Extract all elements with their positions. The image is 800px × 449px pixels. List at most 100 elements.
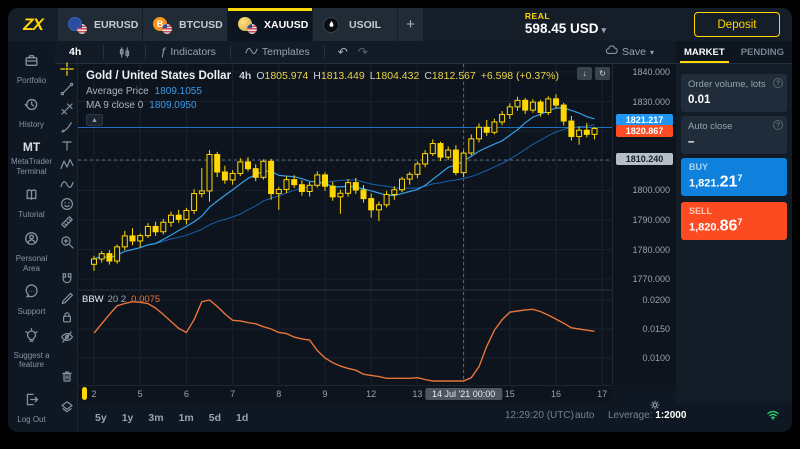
objects-diamond-icon[interactable]: [58, 398, 75, 415]
ruler-icon[interactable]: [58, 213, 75, 230]
undo-icon[interactable]: ↶: [338, 45, 348, 59]
oil-drop-icon: [323, 17, 342, 33]
time-axis-label: 5: [138, 389, 143, 399]
chat-icon: [24, 284, 39, 304]
order-volume-field[interactable]: Order volume, lots 0.01 ?: [681, 74, 787, 112]
magnet-icon[interactable]: [58, 270, 75, 287]
sidebar-item-support[interactable]: Support: [8, 284, 55, 317]
curve-icon[interactable]: [58, 175, 75, 192]
bbw-indicator-legend: BBW20 20.0075: [82, 294, 160, 305]
exness-logo-icon[interactable]: ZX: [8, 8, 58, 41]
order-volume-value[interactable]: 0.01: [688, 94, 780, 106]
sidebar-item-logout[interactable]: Log Out: [8, 392, 55, 424]
crosshair-icon[interactable]: [58, 60, 75, 77]
auto-close-value[interactable]: –: [688, 136, 780, 148]
time-axis-label: 8: [276, 389, 281, 399]
deposit-button[interactable]: Deposit: [694, 12, 780, 37]
tab-eurusd[interactable]: EURUSD: [58, 8, 143, 41]
sidebar-item-label: MetaTrader Terminal: [9, 157, 54, 176]
save-button[interactable]: Save▾: [605, 44, 654, 60]
auto-close-field[interactable]: Auto close – ?: [681, 116, 787, 154]
sidebar-item-label: Personal Area: [9, 254, 54, 273]
trend-line-icon[interactable]: [58, 80, 75, 97]
range-button-1y[interactable]: 1y: [119, 410, 137, 426]
collapse-legend-button[interactable]: ▲: [86, 114, 103, 126]
price-axis-label: 1780.000: [632, 245, 670, 255]
buy-button[interactable]: BUY 1,821.217: [681, 158, 787, 196]
tab-pending[interactable]: PENDING: [741, 41, 784, 63]
price-axis-label: 1840.000: [632, 67, 670, 77]
sidebar-item-tutorial[interactable]: Tutorial: [8, 187, 55, 220]
clock: 12:29:20 (UTC): [505, 410, 574, 421]
reset-zoom-icon[interactable]: ↻: [595, 67, 610, 80]
sidebar-item-label: Tutorial: [9, 210, 54, 220]
crosshair-time-badge: 14 Jul '21 00:00: [425, 388, 502, 400]
range-button-3m[interactable]: 3m: [145, 410, 166, 426]
sidebar-item-portfolio[interactable]: Portfolio: [8, 53, 55, 86]
eur-coin-us-flag-icon: [68, 17, 87, 33]
trash-icon[interactable]: [58, 367, 75, 384]
chart-style-button[interactable]: [118, 46, 131, 59]
chart-area[interactable]: Gold / United States Dollar4hO1805.974H1…: [78, 64, 612, 385]
sidebar-item-suggest-a-feature[interactable]: Suggest a feature: [8, 328, 55, 370]
lock-icon[interactable]: [58, 308, 75, 325]
pitchfork-icon[interactable]: [58, 100, 75, 117]
fx-icon: ƒ: [160, 46, 166, 58]
sidebar-item-personal-area[interactable]: Personal Area: [8, 231, 55, 273]
scroll-to-recent-icon[interactable]: ↓: [577, 67, 592, 80]
trading-terminal-window: ZX EURUSD BBTCUSD XAUUSD USOIL + REAL 598.4…: [8, 8, 792, 432]
time-axis-label: 12: [366, 389, 376, 399]
xabcd-pattern-icon[interactable]: [58, 155, 75, 172]
bbw-axis-label: 0.0200: [642, 295, 670, 305]
divider: [103, 45, 104, 59]
indicators-button[interactable]: ƒIndicators: [160, 46, 216, 58]
range-button-5y[interactable]: 5y: [92, 410, 110, 426]
help-icon[interactable]: ?: [773, 78, 783, 88]
axis-marker: [82, 387, 87, 400]
bbw-axis-label: 0.0150: [642, 324, 670, 334]
templates-icon: [245, 44, 258, 60]
brush-icon[interactable]: [58, 118, 75, 135]
eye-off-icon[interactable]: [58, 328, 75, 345]
time-axis[interactable]: 256789121315161714 Jul '21 00:00: [78, 385, 612, 403]
time-axis-label: 7: [230, 389, 235, 399]
price-badge: 1821.217: [616, 114, 673, 126]
tab-label: EURUSD: [94, 19, 138, 31]
price-axis-label: 1800.000: [632, 185, 670, 195]
help-icon[interactable]: ?: [773, 120, 783, 130]
bulb-icon: [24, 328, 39, 348]
sidebar-item-metatrader-terminal[interactable]: MT MetaTrader Terminal: [8, 140, 55, 176]
text-icon[interactable]: [58, 137, 75, 154]
tab-market[interactable]: MARKET: [684, 41, 725, 63]
mt-icon: MT: [23, 140, 40, 154]
pencil-icon[interactable]: [58, 288, 75, 305]
buy-price: 1,821.217: [689, 173, 779, 191]
axis-settings-gear-icon[interactable]: [649, 398, 661, 416]
tab-xauusd[interactable]: XAUUSD: [228, 8, 313, 41]
timezone-mode[interactable]: auto: [575, 410, 594, 421]
price-axis[interactable]: 1840.0001830.0001800.0001790.0001780.000…: [612, 64, 676, 385]
logout-icon: [24, 392, 39, 412]
range-button-1m[interactable]: 1m: [176, 410, 197, 426]
sell-button[interactable]: SELL 1,820.867: [681, 202, 787, 240]
zoom-in-icon[interactable]: [58, 233, 75, 250]
chevron-down-icon: ▾: [650, 48, 654, 57]
price-badge: 1820.867: [616, 125, 673, 137]
price-axis-label: 1830.000: [632, 97, 670, 107]
account-summary[interactable]: REAL 598.45 USD▾: [525, 11, 606, 36]
tab-usoil[interactable]: USOIL: [313, 8, 398, 41]
templates-button[interactable]: Templates: [245, 44, 310, 60]
topbar: ZX EURUSD BBTCUSD XAUUSD USOIL + REAL 598.4…: [8, 8, 792, 41]
range-button-5d[interactable]: 5d: [206, 410, 224, 426]
range-button-1d[interactable]: 1d: [233, 410, 251, 426]
add-instrument-tab-button[interactable]: +: [398, 8, 424, 41]
tab-label: XAUUSD: [264, 19, 308, 31]
tab-btcusd[interactable]: BBTCUSD: [143, 8, 228, 41]
sidebar-item-label: Support: [9, 307, 54, 317]
cloud-save-icon: [605, 44, 618, 60]
sidebar-item-label: Portfolio: [9, 76, 54, 86]
redo-icon[interactable]: ↷: [358, 45, 368, 59]
emoji-icon[interactable]: [58, 195, 75, 212]
divider: [145, 45, 146, 59]
sidebar-item-history[interactable]: History: [8, 97, 55, 130]
